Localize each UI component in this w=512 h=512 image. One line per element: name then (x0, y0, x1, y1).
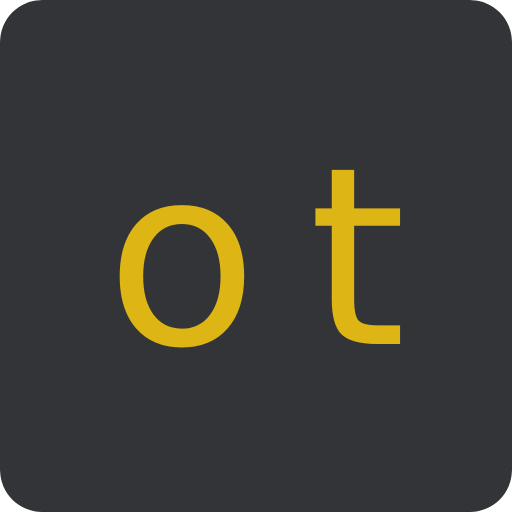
app-icon-graphic: ot (0, 0, 512, 512)
app-icon-tile: ot (0, 0, 512, 512)
icon-lettering: ot (106, 115, 406, 403)
